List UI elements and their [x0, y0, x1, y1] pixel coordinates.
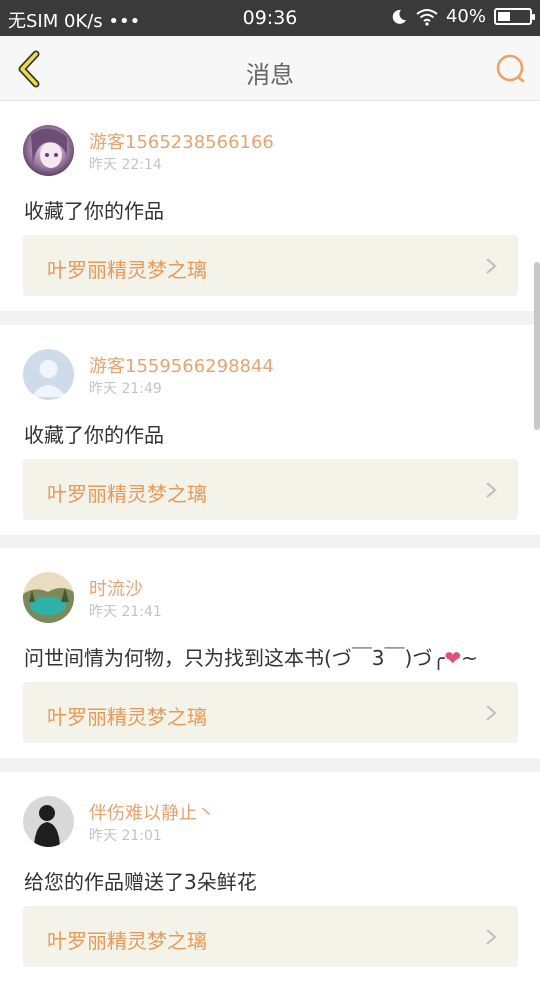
- work-link[interactable]: 叶罗丽精灵梦之璃: [23, 906, 518, 967]
- username[interactable]: 伴伤难以静止丶: [89, 799, 215, 825]
- username[interactable]: 时流沙: [89, 575, 143, 601]
- work-link[interactable]: 叶罗丽精灵梦之璃: [23, 682, 518, 743]
- heart-icon: ❤: [444, 646, 462, 670]
- work-title: 叶罗丽精灵梦之璃: [47, 258, 207, 282]
- landscape-avatar[interactable]: [23, 572, 74, 623]
- work-title: 叶罗丽精灵梦之璃: [47, 929, 207, 953]
- message-card: 时流沙 昨天 21:41 问世间情为何物，只为找到这本书(づ￣3￣)づ╭❤~ 叶…: [0, 548, 540, 758]
- message-card: 伴伤难以静止丶 昨天 21:01 给您的作品赠送了3朵鲜花 叶罗丽精灵梦之璃: [0, 772, 540, 1002]
- moon-icon: [392, 9, 406, 24]
- chevron-right-icon: [486, 705, 497, 721]
- work-title: 叶罗丽精灵梦之璃: [47, 482, 207, 506]
- silhouette-avatar[interactable]: [23, 796, 74, 847]
- message-text: 问世间情为何物，只为找到这本书(づ￣3￣)づ╭❤~: [24, 642, 478, 671]
- timestamp: 昨天 22:14: [89, 157, 162, 173]
- username[interactable]: 游客1565238566166: [89, 128, 274, 154]
- status-bar: 无SIM 0K/s ••• 09:36 40%: [0, 0, 540, 36]
- username[interactable]: 游客1559566298844: [89, 352, 274, 378]
- chevron-right-icon: [486, 482, 497, 498]
- message-card: 游客1565238566166 昨天 22:14 收藏了你的作品 叶罗丽精灵梦之…: [0, 101, 540, 311]
- battery-fill: [498, 12, 510, 21]
- anime-girl-avatar[interactable]: [23, 125, 74, 176]
- chevron-right-icon: [486, 258, 497, 274]
- work-link[interactable]: 叶罗丽精灵梦之璃: [23, 459, 518, 520]
- message-text: 收藏了你的作品: [24, 199, 164, 223]
- work-title: 叶罗丽精灵梦之璃: [47, 705, 207, 729]
- default-user-avatar[interactable]: [23, 349, 74, 400]
- search-icon[interactable]: [494, 52, 528, 86]
- battery-icon: [494, 8, 535, 25]
- message-text: 收藏了你的作品: [24, 423, 164, 447]
- chevron-right-icon: [486, 929, 497, 945]
- work-link[interactable]: 叶罗丽精灵梦之璃: [23, 235, 518, 296]
- message-card: 游客1559566298844 昨天 21:49 收藏了你的作品 叶罗丽精灵梦之…: [0, 325, 540, 535]
- status-icons: 40%: [390, 6, 535, 27]
- nav-bar: 消息: [0, 36, 540, 101]
- timestamp: 昨天 21:01: [89, 828, 162, 844]
- timestamp: 昨天 21:41: [89, 604, 162, 620]
- message-text-main: 问世间情为何物，只为找到这本书(づ￣3￣)づ╭: [24, 646, 445, 670]
- battery-percent: 40%: [445, 6, 486, 27]
- message-text: 给您的作品赠送了3朵鲜花: [24, 870, 257, 894]
- timestamp: 昨天 21:49: [89, 381, 162, 397]
- wifi-icon: [416, 8, 438, 26]
- page-title: 消息: [246, 61, 294, 89]
- message-text-suffix: ~: [461, 646, 478, 670]
- scrollbar-thumb[interactable]: [534, 262, 540, 430]
